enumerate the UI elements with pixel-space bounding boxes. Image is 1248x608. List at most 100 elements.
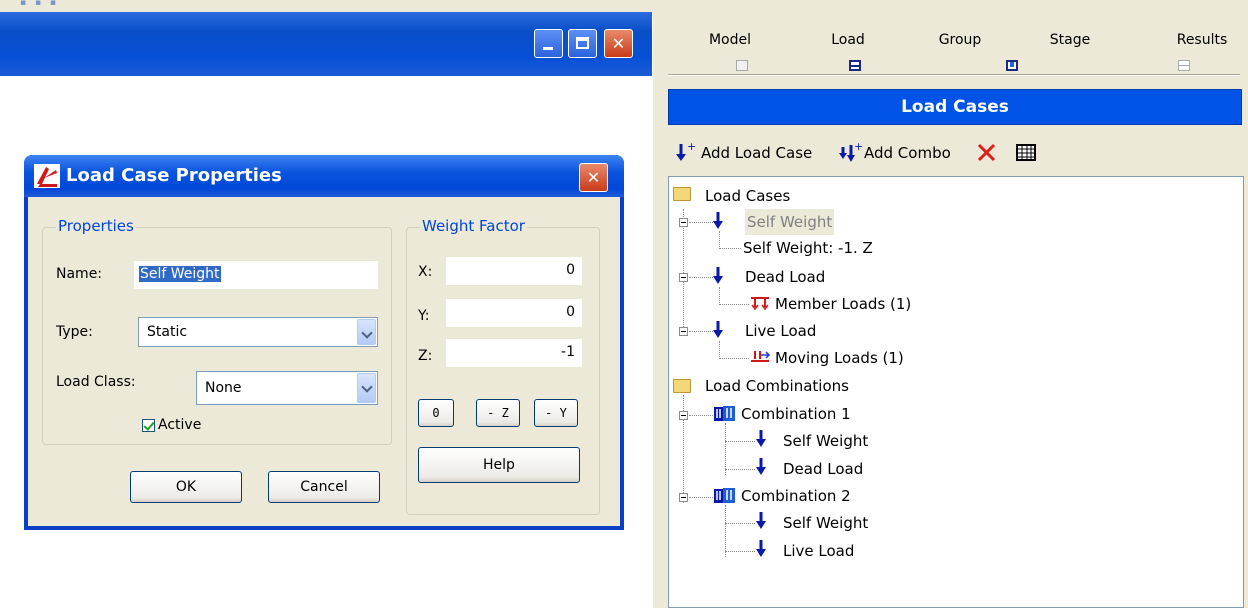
tree-node-label: Combination 1 [741,405,851,423]
dialog-body: Properties Name: Self Weight Type: Stati… [28,197,620,526]
y-label: Y: [418,308,430,324]
cancel-button[interactable]: Cancel [268,471,380,503]
tree-node-label: Combination 2 [741,487,851,505]
tree-line [725,469,755,470]
minus-z-button[interactable]: - Z [476,399,520,427]
tree-node-label: Dead Load [783,460,864,478]
tree-line [725,523,755,524]
tree-node-combination-1[interactable]: Combination 1 [741,401,851,427]
load-class-select[interactable]: None [196,371,378,405]
tab-group[interactable]: Group [934,32,986,48]
chevron-down-icon[interactable] [357,319,376,345]
tab-load-label: Load [831,32,865,48]
collapse-toggle[interactable] [679,411,688,420]
tree-line [689,222,713,223]
chevron-down-icon[interactable] [357,373,376,403]
tab-load[interactable]: Load [822,32,874,48]
tree-node-live-load[interactable]: Live Load [745,318,816,344]
tree-node-c2-self-weight[interactable]: Self Weight [783,510,868,536]
tree-node-load-cases[interactable]: Load Cases [705,183,790,209]
tree-node-dead-load[interactable]: Dead Load [745,264,825,290]
z-factor-value: -1 [561,344,575,360]
combination-icon [714,406,735,421]
zero-factor-button[interactable]: 0 [418,399,454,427]
tree-line [719,287,720,305]
app-logo-icon [34,164,60,188]
tree-node-c2-live-load[interactable]: Live Load [783,538,854,564]
load-case-tree[interactable]: Load Cases Self Weight Self Weight: -1. … [668,176,1244,608]
add-combo-label: Add Combo [864,144,951,162]
close-icon: ✕ [586,168,601,187]
tree-line [689,277,713,278]
tree-node-self-weight-detail[interactable]: Self Weight: -1. Z [743,235,873,261]
type-select[interactable]: Static [138,317,378,347]
active-checkbox[interactable] [142,419,155,432]
tree-node-combination-2[interactable]: Combination 2 [741,483,851,509]
name-field[interactable]: Self Weight [134,261,378,289]
tree-node-label: Load Combinations [705,377,849,395]
svg-text:+: + [687,141,696,153]
load-toolbar: + Add Load Case + Add Combo [668,138,1242,168]
tree-node-label: Moving Loads (1) [775,349,904,367]
tab-results[interactable]: Results [1174,32,1230,48]
ok-button[interactable]: OK [130,471,242,503]
collapse-toggle[interactable] [679,273,688,282]
tree-line [725,441,755,442]
y-factor-value: 0 [566,304,575,320]
tree-node-c1-self-weight[interactable]: Self Weight [783,428,868,454]
tree-node-label: Self Weight [747,213,833,231]
tree-node-label: Live Load [745,322,817,340]
collapse-toggle[interactable] [679,493,688,502]
tab-group-label: Group [938,32,982,48]
tree-line [719,248,741,249]
dialog-titlebar[interactable]: Load Case Properties ✕ [24,155,624,197]
tree-node-self-weight[interactable]: Self Weight [745,209,835,235]
maximize-button[interactable] [568,29,597,58]
tree-line [689,415,713,416]
active-label[interactable]: Active [158,416,201,434]
tree-node-label: Load Cases [705,187,791,205]
load-arrow-icon [756,430,766,447]
dialog-close-button[interactable]: ✕ [579,163,608,192]
type-select-value: Static [147,324,188,340]
type-label: Type: [56,324,93,340]
tab-model[interactable]: Model [704,32,756,48]
tree-node-label: Live Load [783,542,855,560]
minimize-button[interactable] [534,29,563,58]
tree-line [725,551,755,552]
tree-node-moving-loads[interactable]: Moving Loads (1) [775,345,904,371]
background-window-titlebar: ✕ [0,12,652,76]
splitter[interactable] [652,12,666,608]
collapse-toggle[interactable] [679,218,688,227]
tree-node-label: Self Weight [783,514,869,532]
collapse-toggle[interactable] [679,327,688,336]
tab-stage[interactable]: Stage [1044,32,1096,48]
x-factor-field[interactable]: 0 [446,257,582,285]
ok-button-label: OK [175,479,197,495]
tree-node-label: Self Weight: -1. Z [743,239,873,257]
load-class-label: Load Class: [56,374,136,390]
model-tab-icon [736,60,748,71]
top-strip: ▪ ▪ ▪ [0,0,1248,12]
close-button[interactable]: ✕ [604,29,633,58]
tree-line [689,497,713,498]
zero-button-label: 0 [432,406,440,420]
folder-icon [673,187,691,201]
tree-line [719,341,720,359]
load-case-properties-dialog: Load Case Properties ✕ Properties Name: … [24,155,624,530]
tab-separator [668,74,1240,76]
minus-y-button[interactable]: - Y [534,399,578,427]
tree-node-load-combinations[interactable]: Load Combinations [705,373,849,399]
results-tab-icon [1178,60,1190,71]
tree-node-member-loads[interactable]: Member Loads (1) [775,291,911,317]
folder-icon [673,379,691,393]
tree-line [719,358,749,359]
z-label: Z: [418,348,433,364]
help-button[interactable]: Help [418,447,580,483]
z-factor-field[interactable]: -1 [446,339,582,367]
y-factor-field[interactable]: 0 [446,299,582,327]
tree-line [719,304,749,305]
x-label: X: [418,264,433,280]
tree-node-c1-dead-load[interactable]: Dead Load [783,456,863,482]
add-combo-icon: + [839,141,862,162]
